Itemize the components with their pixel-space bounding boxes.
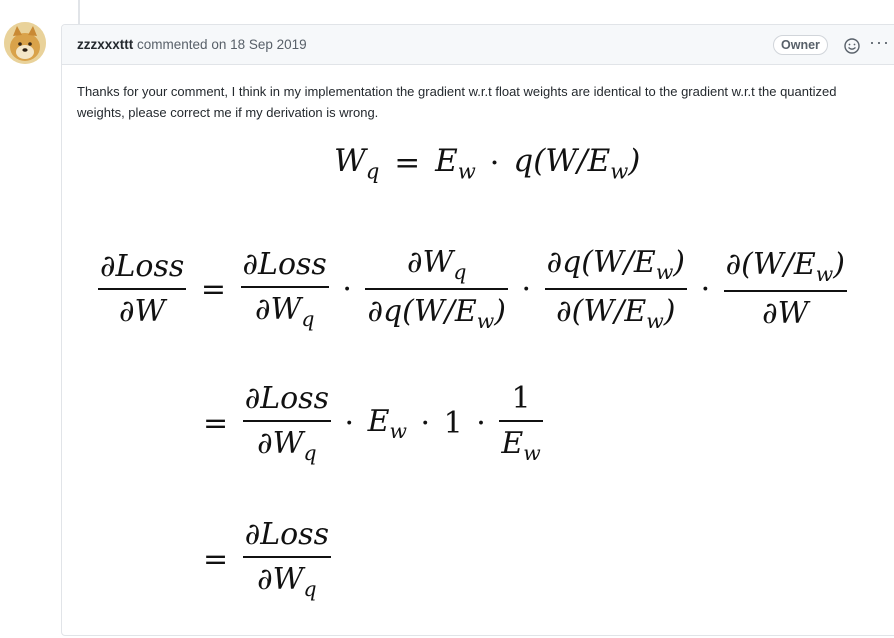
formula-simplification: = ∂Loss ∂Wq · Ew · 1 · 1 Ew [203,381,543,466]
formula-definition: Wq = Ew · q(W/Ew) [334,143,641,184]
comment-body: Thanks for your comment, I think in my i… [77,84,837,120]
avatar[interactable] [4,22,46,64]
author-link[interactable]: zzzxxxttt [77,37,133,52]
smiley-icon [844,38,860,54]
formula-result: = ∂Loss ∂Wq [203,517,331,602]
timeline-connector [78,0,80,24]
comment-meta: zzzxxxttt commented on 18 Sep 2019 [77,37,307,52]
formula-chain-rule: ∂Loss ∂W = ∂Loss ∂Wq · ∂Wq ∂q(W/Ew) · ∂q(W/… [98,245,847,334]
comment-box: zzzxxxttt commented on 18 Sep 2019 Owner… [61,24,894,636]
comment-action: commented on [137,37,227,52]
comment-date-link[interactable]: 18 Sep 2019 [230,37,307,52]
owner-badge: Owner [773,35,828,55]
kebab-icon[interactable]: ··· [869,33,890,51]
add-reaction-button[interactable] [843,37,861,55]
comment-header: zzzxxxttt commented on 18 Sep 2019 Owner… [62,25,894,65]
doge-avatar-icon [4,22,46,64]
